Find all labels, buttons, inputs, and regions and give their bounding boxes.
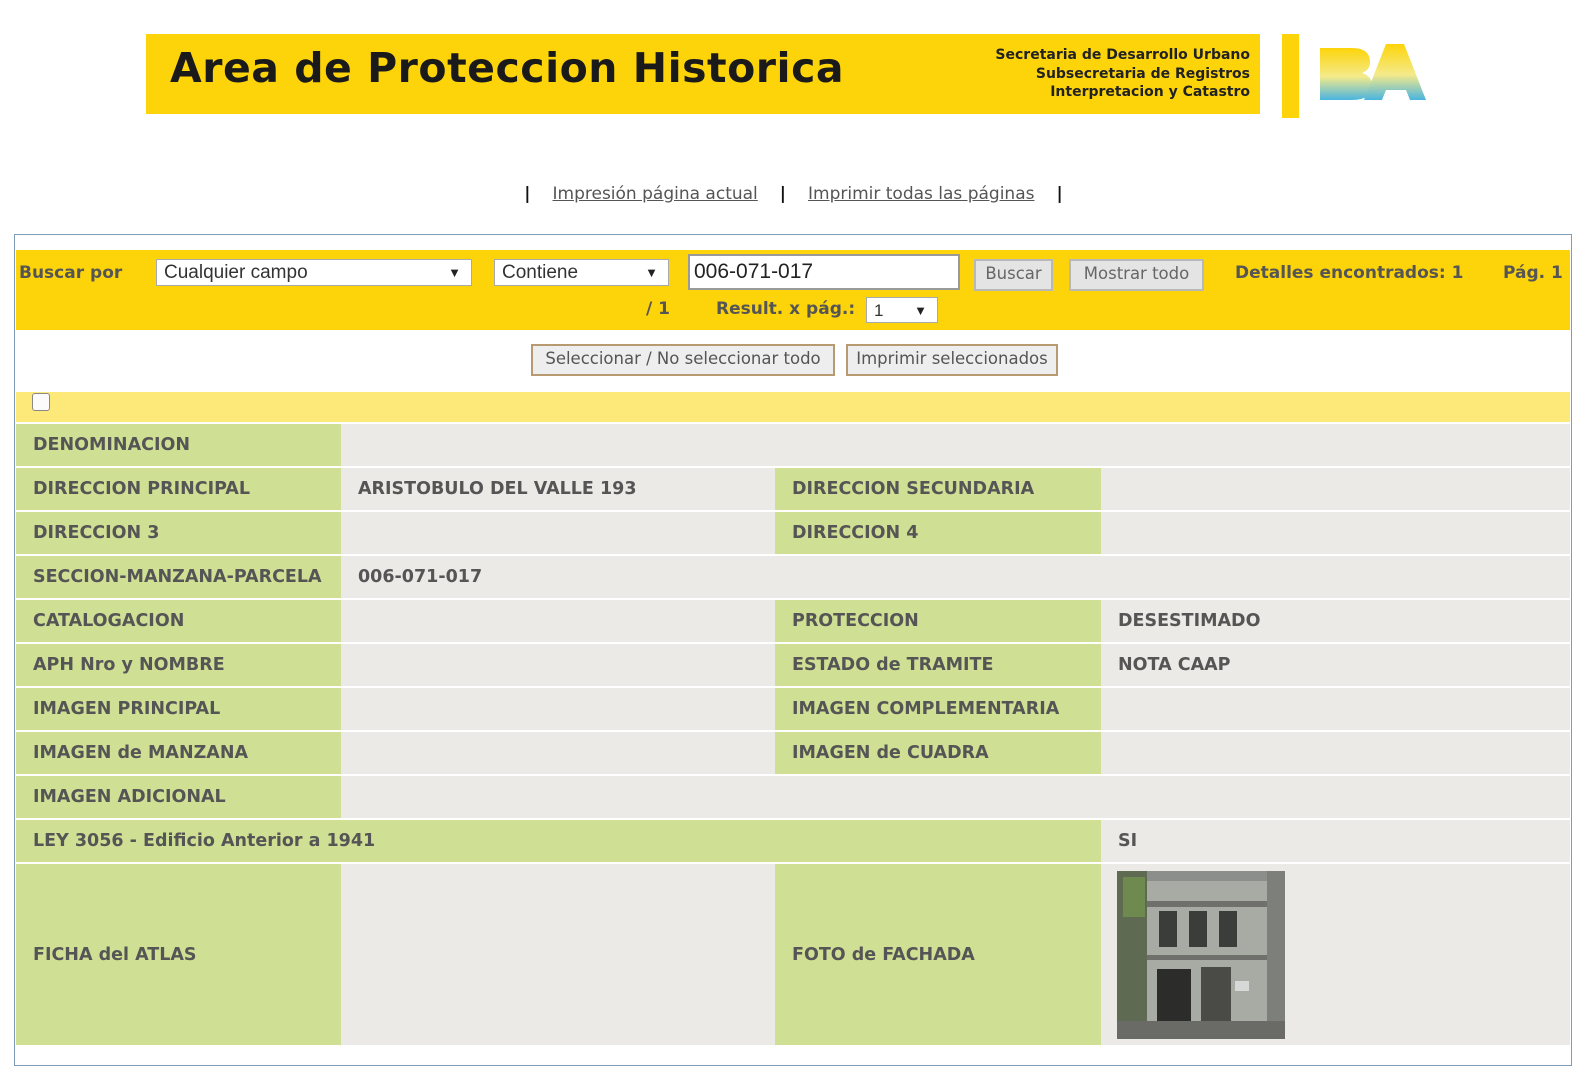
operator-select[interactable]: Contiene ▼: [494, 259, 669, 286]
org-line-3: Interpretacion y Catastro: [1050, 84, 1250, 100]
direccion-principal-label: DIRECCION PRINCIPAL: [16, 468, 341, 510]
print-current-page-link[interactable]: Impresión página actual: [553, 184, 758, 204]
imagen-complementaria-label: IMAGEN COMPLEMENTARIA: [775, 688, 1101, 730]
print-all-pages-link[interactable]: Imprimir todas las páginas: [808, 184, 1034, 204]
imagen-principal-value: [341, 688, 775, 730]
imagen-adicional-value: [341, 776, 1570, 818]
estado-tramite-label: ESTADO de TRAMITE: [775, 644, 1101, 686]
imagen-adicional-label: IMAGEN ADICIONAL: [16, 776, 341, 818]
imagen-manzana-value: [341, 732, 775, 774]
proteccion-value: DESESTIMADO: [1101, 600, 1570, 642]
facade-photo[interactable]: [1117, 871, 1285, 1039]
ley-3056-value: SI: [1101, 820, 1570, 862]
dropdown-arrow-icon: ▼: [914, 303, 927, 318]
search-field-select[interactable]: Cualquier campo ▼: [156, 259, 472, 286]
imagen-complementaria-value: [1101, 688, 1570, 730]
link-separator: |: [779, 184, 786, 204]
catalogacion-value: [341, 600, 775, 642]
dropdown-arrow-icon: ▼: [645, 265, 658, 280]
header-banner: Area de Proteccion Historica Secretaria …: [146, 34, 1260, 114]
record-select-bar: [16, 392, 1570, 422]
aph-nro-nombre-value: [341, 644, 775, 686]
aph-nro-nombre-label: APH Nro y NOMBRE: [16, 644, 341, 686]
estado-tramite-value: NOTA CAAP: [1101, 644, 1570, 686]
org-line-1: Secretaria de Desarrollo Urbano: [995, 47, 1250, 63]
imagen-principal-label: IMAGEN PRINCIPAL: [16, 688, 341, 730]
ba-logo-icon: [1320, 44, 1426, 100]
direccion-4-value: [1101, 512, 1570, 554]
denominacion-value: [341, 424, 1570, 466]
operator-value: Contiene: [502, 262, 579, 283]
page-title: Area de Proteccion Historica: [170, 44, 845, 92]
dropdown-arrow-icon: ▼: [448, 265, 461, 280]
search-by-label: Buscar por: [19, 263, 123, 283]
org-line-2: Subsecretaria de Registros: [1035, 65, 1250, 82]
seccion-manzana-parcela-label: SECCION-MANZANA-PARCELA: [16, 556, 341, 598]
proteccion-label: PROTECCION: [775, 600, 1101, 642]
page-indicator: Pág. 1: [1503, 263, 1563, 283]
results-per-page-value: 1: [874, 301, 884, 320]
link-separator: |: [1056, 184, 1063, 204]
imagen-manzana-label: IMAGEN de MANZANA: [16, 732, 341, 774]
ficha-atlas-value: [341, 864, 775, 1045]
select-all-toggle-button[interactable]: Seleccionar / No seleccionar todo: [531, 344, 835, 376]
imagen-cuadra-value: [1101, 732, 1570, 774]
organization-lines: Secretaria de Desarrollo Urbano Subsecre…: [995, 46, 1250, 102]
details-found-count: Detalles encontrados: 1: [1235, 263, 1464, 283]
foto-fachada-label: FOTO de FACHADA: [775, 864, 1101, 1045]
link-separator: |: [524, 184, 531, 204]
catalogacion-label: CATALOGACION: [16, 600, 341, 642]
search-field-value: Cualquier campo: [164, 262, 308, 283]
search-input[interactable]: 006-071-017: [688, 254, 960, 290]
direccion-principal-value: ARISTOBULO DEL VALLE 193: [341, 468, 775, 510]
direccion-secundaria-value: [1101, 468, 1570, 510]
record-checkbox[interactable]: [32, 393, 50, 411]
show-all-button[interactable]: Mostrar todo: [1069, 259, 1204, 291]
logo-divider: [1282, 34, 1299, 118]
ley-3056-label: LEY 3056 - Edificio Anterior a 1941: [16, 820, 1101, 862]
ficha-atlas-label: FICHA del ATLAS: [16, 864, 341, 1045]
page-total: / 1: [646, 299, 670, 319]
direccion-3-value: [341, 512, 775, 554]
print-links-bar: | Impresión página actual | Imprimir todas …: [0, 184, 1587, 204]
seccion-manzana-parcela-value: 006-071-017: [341, 556, 1570, 598]
print-selected-button[interactable]: Imprimir seleccionados: [846, 344, 1058, 376]
direccion-4-label: DIRECCION 4: [775, 512, 1101, 554]
results-per-page-label: Result. x pág.:: [716, 299, 856, 319]
direccion-secundaria-label: DIRECCION SECUNDARIA: [775, 468, 1101, 510]
results-per-page-select[interactable]: 1 ▼: [866, 297, 938, 323]
imagen-cuadra-label: IMAGEN de CUADRA: [775, 732, 1101, 774]
denominacion-label: DENOMINACION: [16, 424, 341, 466]
search-button[interactable]: Buscar: [974, 259, 1053, 291]
direccion-3-label: DIRECCION 3: [16, 512, 341, 554]
